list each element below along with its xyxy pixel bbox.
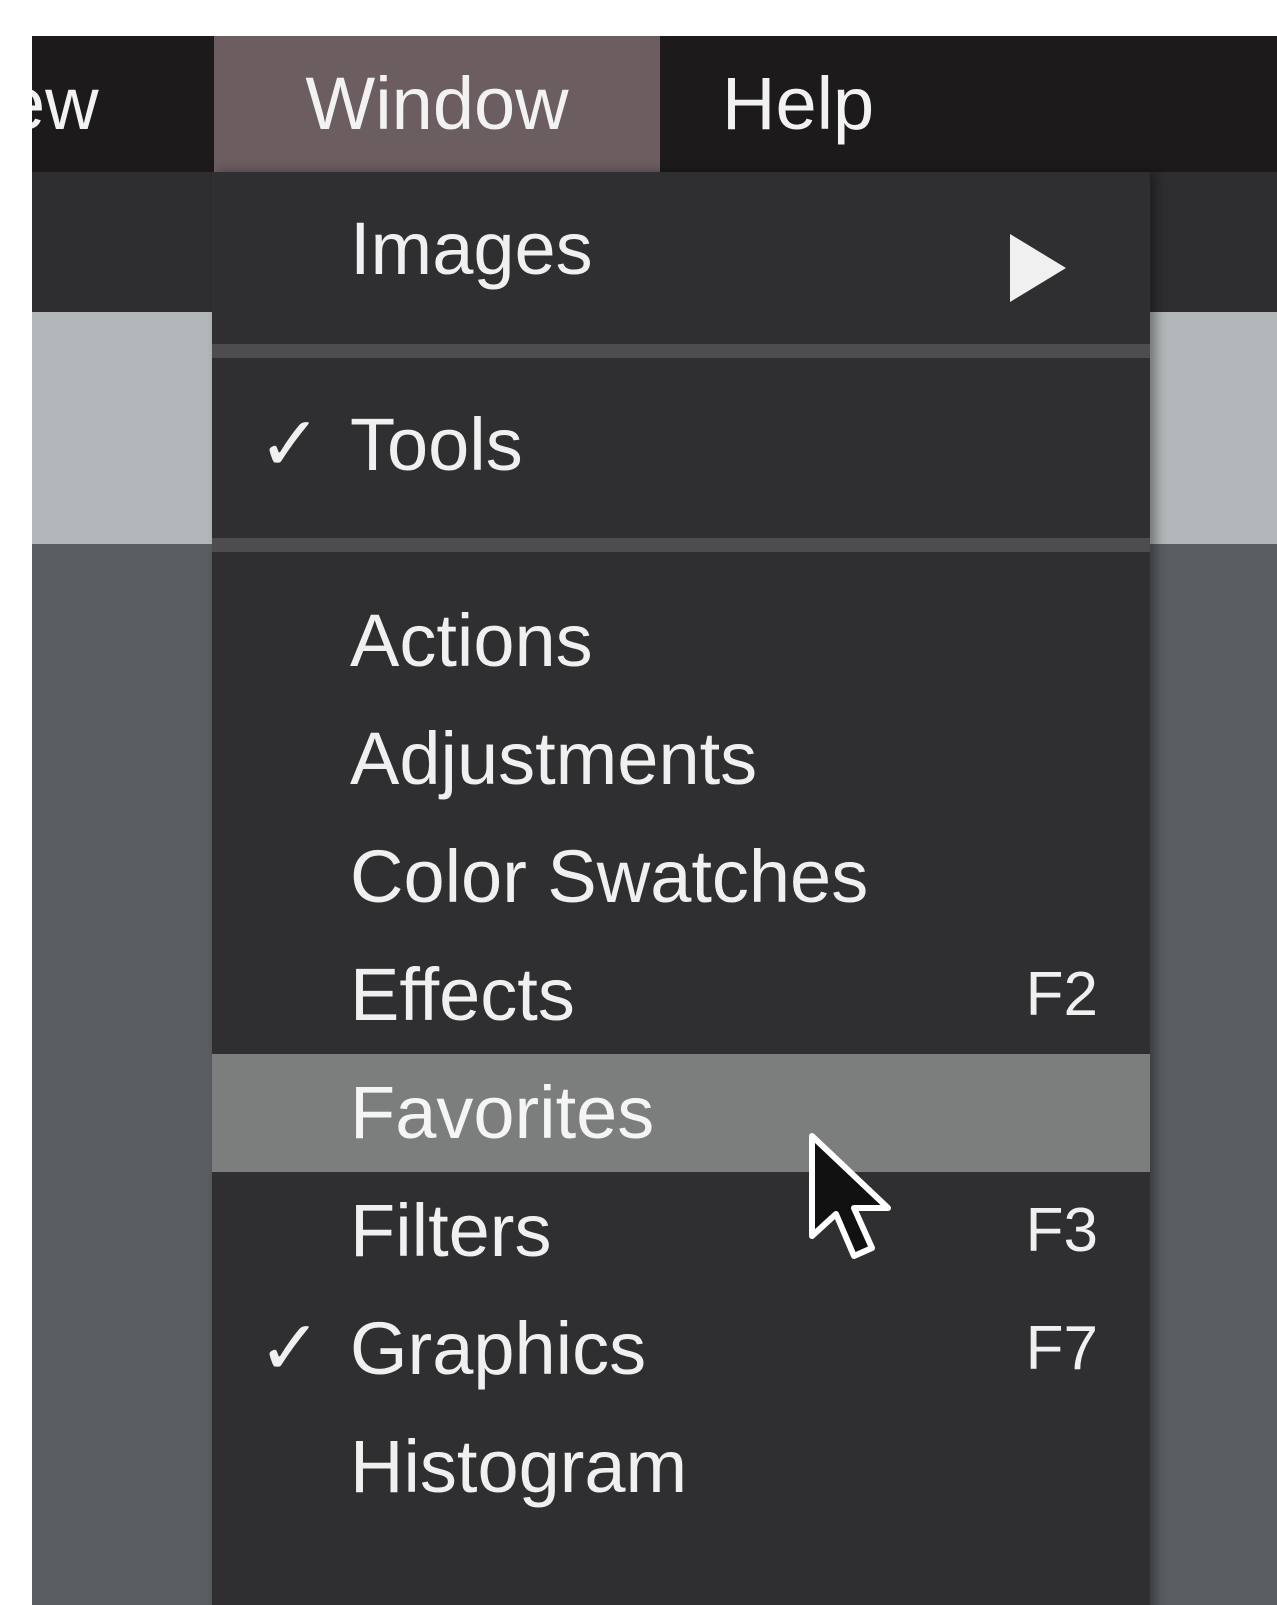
menu-item-effects[interactable]: Effects F2 (212, 936, 1150, 1054)
mouse-pointer-icon (809, 1133, 891, 1259)
menu-item-label: Color Swatches (350, 835, 869, 918)
menubar-item-window-label: Window (305, 62, 569, 145)
menubar-item-help[interactable]: Help (722, 36, 952, 172)
menu-separator (212, 344, 1150, 358)
menu-item-shortcut: F2 (1025, 960, 1098, 1029)
menu-item-actions[interactable]: Actions (212, 582, 1150, 700)
menu-item-shortcut: F7 (1025, 1314, 1098, 1383)
menu-item-tools[interactable]: ✓ Tools (212, 386, 1150, 504)
menu-item-label: Effects (350, 953, 575, 1036)
menu-item-label: Filters (350, 1189, 552, 1272)
menu-item-color-swatches[interactable]: Color Swatches (212, 818, 1150, 936)
menu-item-label: Favorites (350, 1071, 655, 1154)
screenshot-crop: ew Window Help Images ✓ Tools Actions Ad… (0, 0, 1277, 1605)
menu-item-label: Tools (350, 403, 523, 486)
menubar: ew Window Help (32, 36, 1277, 172)
menu-item-graphics[interactable]: ✓ Graphics F7 (212, 1290, 1150, 1408)
menu-item-label: Graphics (350, 1307, 647, 1390)
menu-item-adjustments[interactable]: Adjustments (212, 700, 1150, 818)
checkmark-icon: ✓ (258, 1306, 322, 1391)
menu-item-label: Adjustments (350, 717, 758, 800)
chevron-right-icon (1010, 234, 1066, 302)
window-menu-dropdown: Images ✓ Tools Actions Adjustments Color… (212, 172, 1150, 1605)
menu-item-label: Images (350, 207, 593, 290)
menubar-item-view-label: ew (32, 62, 99, 145)
menu-item-images[interactable]: Images (212, 190, 1150, 308)
menubar-item-window[interactable]: Window (214, 36, 660, 172)
menu-item-filters[interactable]: Filters F3 (212, 1172, 1150, 1290)
menu-separator (212, 538, 1150, 552)
menu-item-favorites[interactable]: Favorites (212, 1054, 1150, 1172)
menubar-item-view[interactable]: ew (32, 36, 212, 172)
menubar-item-help-label: Help (722, 62, 875, 145)
menu-item-histogram[interactable]: Histogram (212, 1408, 1150, 1526)
menu-item-label: Histogram (350, 1425, 688, 1508)
menu-item-shortcut: F3 (1025, 1196, 1098, 1265)
menu-item-label: Actions (350, 599, 593, 682)
checkmark-icon: ✓ (258, 402, 322, 487)
